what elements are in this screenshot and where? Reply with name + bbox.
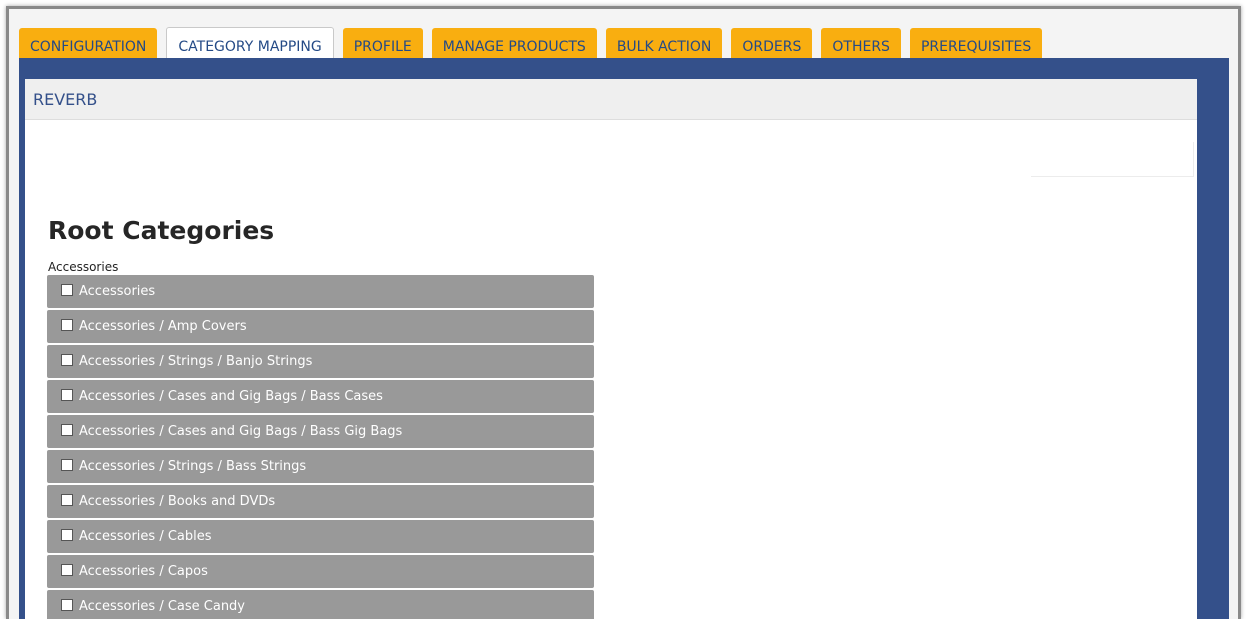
category-label: Accessories / Cases and Gig Bags / Bass …	[79, 424, 403, 439]
category-label: Accessories / Amp Covers	[79, 319, 247, 334]
category-checkbox[interactable]	[61, 284, 73, 296]
tab-content-panel: REVERB Root Categories Accessories Acces…	[19, 58, 1229, 619]
category-row[interactable]: Accessories / Books and DVDs	[47, 485, 594, 518]
category-row[interactable]: Accessories / Case Candy	[47, 590, 594, 619]
category-row[interactable]: Accessories / Cases and Gig Bags / Bass …	[47, 380, 594, 413]
category-checkbox[interactable]	[61, 319, 73, 331]
category-row[interactable]: Accessories / Amp Covers	[47, 310, 594, 343]
panel-header: REVERB	[25, 79, 1197, 120]
category-checkbox[interactable]	[61, 424, 73, 436]
category-label: Accessories / Cables	[79, 529, 212, 544]
group-label: Accessories	[48, 260, 119, 274]
category-label: Accessories / Case Candy	[79, 599, 246, 614]
category-label: Accessories / Capos	[79, 564, 208, 579]
app-window: CONFIGURATION CATEGORY MAPPING PROFILE M…	[6, 6, 1241, 619]
section-title: Root Categories	[48, 216, 275, 245]
category-row[interactable]: Accessories	[47, 275, 594, 308]
category-checkbox[interactable]	[61, 494, 73, 506]
category-row[interactable]: Accessories / Cables	[47, 520, 594, 553]
category-checkbox[interactable]	[61, 599, 73, 611]
category-label: Accessories / Strings / Bass Strings	[79, 459, 307, 474]
category-checkbox[interactable]	[61, 354, 73, 366]
empty-box	[1031, 142, 1194, 177]
category-checkbox[interactable]	[61, 564, 73, 576]
category-label: Accessories / Strings / Banjo Strings	[79, 354, 313, 369]
panel-title: REVERB	[33, 89, 98, 109]
category-mapping-content: REVERB Root Categories Accessories Acces…	[25, 79, 1197, 619]
category-checkbox[interactable]	[61, 459, 73, 471]
category-row[interactable]: Accessories / Strings / Bass Strings	[47, 450, 594, 483]
category-row[interactable]: Accessories / Capos	[47, 555, 594, 588]
category-checkbox[interactable]	[61, 529, 73, 541]
category-checkbox[interactable]	[61, 389, 73, 401]
category-label: Accessories / Books and DVDs	[79, 494, 276, 509]
category-row[interactable]: Accessories / Strings / Banjo Strings	[47, 345, 594, 378]
category-label: Accessories / Cases and Gig Bags / Bass …	[79, 389, 383, 404]
category-label: Accessories	[79, 284, 156, 299]
category-list: Accessories Accessories / Amp Covers Acc…	[47, 275, 594, 619]
category-row[interactable]: Accessories / Cases and Gig Bags / Bass …	[47, 415, 594, 448]
